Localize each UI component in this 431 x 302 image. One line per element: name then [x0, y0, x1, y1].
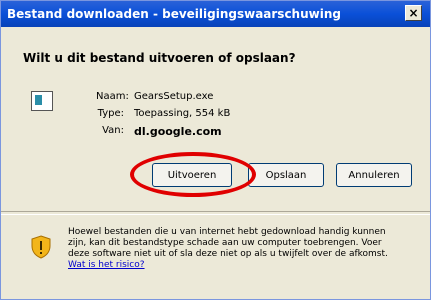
run-button[interactable]: Uitvoeren	[152, 163, 232, 187]
title-bar[interactable]: Bestand downloaden - beveiligingswaarsch…	[1, 1, 430, 27]
window-title: Bestand downloaden - beveiligingswaarsch…	[7, 7, 341, 21]
save-button[interactable]: Opslaan	[248, 163, 324, 187]
application-file-icon	[31, 91, 53, 111]
file-type-label: Type:	[97, 108, 124, 119]
warning-body: Hoewel bestanden die u van internet hebt…	[68, 227, 388, 259]
dialog-heading: Wilt u dit bestand uitvoeren of opslaan?	[23, 51, 296, 65]
file-source-value: dl.google.com	[134, 125, 222, 138]
separator	[1, 211, 430, 215]
close-icon: ×	[408, 6, 419, 20]
risk-info-link[interactable]: Wat is het risico?	[68, 260, 145, 270]
security-warning-text: Hoewel bestanden die u van internet hebt…	[68, 227, 398, 271]
shield-warning-icon	[31, 235, 51, 259]
cancel-button[interactable]: Annuleren	[336, 163, 412, 187]
file-name-value: GearsSetup.exe	[134, 91, 214, 102]
file-source-label: Van:	[102, 125, 124, 136]
file-type-value: Toepassing, 554 kB	[134, 108, 231, 119]
download-dialog: Bestand downloaden - beveiligingswaarsch…	[0, 0, 431, 300]
file-name-label: Naam:	[96, 91, 129, 102]
close-button[interactable]: ×	[405, 5, 422, 21]
